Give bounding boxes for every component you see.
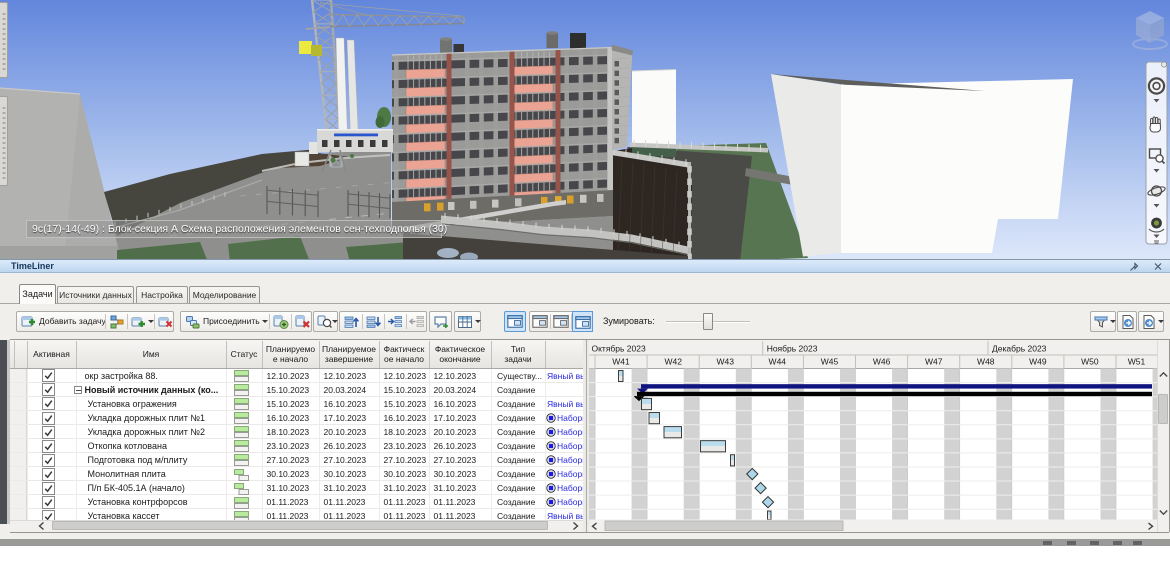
- svg-text:W41: W41: [612, 357, 630, 367]
- svg-text:W48: W48: [977, 357, 995, 367]
- svg-text:W50: W50: [1081, 357, 1099, 367]
- svg-text:W46: W46: [873, 357, 891, 367]
- svg-text:W45: W45: [821, 357, 839, 367]
- svg-text:W44: W44: [769, 357, 787, 367]
- svg-text:Октябрь 2023: Октябрь 2023: [592, 344, 646, 354]
- svg-text:W42: W42: [664, 357, 682, 367]
- svg-text:Ноябрь 2023: Ноябрь 2023: [767, 344, 818, 354]
- svg-text:W47: W47: [925, 357, 943, 367]
- svg-text:W49: W49: [1029, 357, 1047, 367]
- svg-text:W51: W51: [1128, 357, 1146, 367]
- svg-text:W43: W43: [716, 357, 734, 367]
- svg-text:Декабрь 2023: Декабрь 2023: [992, 344, 1047, 354]
